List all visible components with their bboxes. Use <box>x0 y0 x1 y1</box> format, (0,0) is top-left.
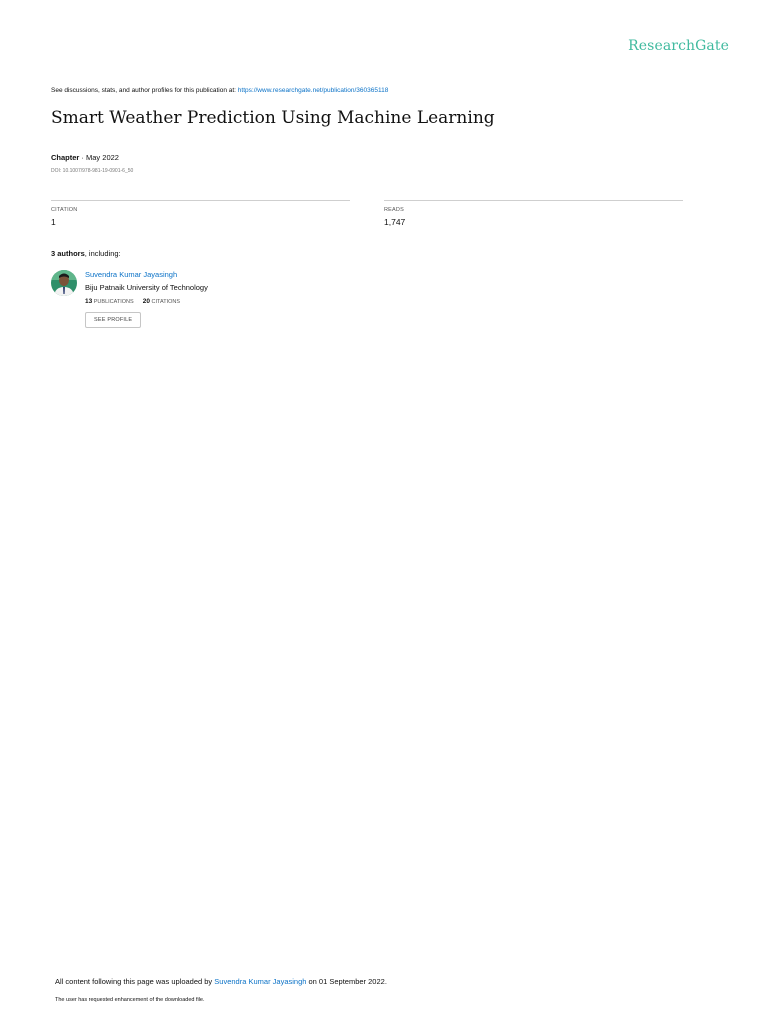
avatar-photo-icon <box>51 270 77 296</box>
researchgate-logo[interactable]: ResearchGate <box>628 38 729 54</box>
publications-label: PUBLICATIONS <box>93 299 134 305</box>
citation-value: 1 <box>51 217 56 227</box>
discussion-text: See discussions, stats, and author profi… <box>51 87 238 94</box>
author-card: Suvendra Kumar Jayasingh Biju Patnaik Un… <box>51 270 351 334</box>
authors-heading: 3 authors, including: <box>51 249 121 258</box>
upload-notice: All content following this page was uplo… <box>55 977 387 986</box>
author-info: Suvendra Kumar Jayasingh Biju Patnaik Un… <box>85 270 208 328</box>
see-profile-button[interactable]: SEE PROFILE <box>85 312 142 328</box>
publication-date: May 2022 <box>86 153 119 162</box>
publication-title: Smart Weather Prediction Using Machine L… <box>51 108 495 128</box>
publication-doi: DOI: 10.1007/978-981-19-0901-6_50 <box>51 168 134 174</box>
publication-kind: Chapter <box>51 153 80 162</box>
authors-count: 3 authors <box>51 249 85 258</box>
upload-prefix: All content following this page was uplo… <box>55 977 215 986</box>
upload-suffix: on 01 September 2022. <box>306 977 387 986</box>
meta-separator: · <box>79 153 87 162</box>
uploader-link[interactable]: Suvendra Kumar Jayasingh <box>214 977 306 986</box>
reads-value: 1,747 <box>384 217 406 227</box>
author-name-link[interactable]: Suvendra Kumar Jayasingh <box>85 270 208 280</box>
discussion-line: See discussions, stats, and author profi… <box>51 87 388 94</box>
citations-count: 20 <box>142 298 150 305</box>
publication-meta: Chapter · May 2022 <box>51 153 119 162</box>
download-note: The user has requested enhancement of th… <box>55 997 205 1003</box>
avatar[interactable] <box>51 270 77 296</box>
citation-label: CITATION <box>51 207 78 213</box>
reads-stat: READS 1,747 <box>384 200 683 227</box>
publication-link[interactable]: https://www.researchgate.net/publication… <box>238 87 389 94</box>
publications-count: 13 <box>85 298 93 305</box>
author-counts: 13 PUBLICATIONS 20 CITATIONS <box>85 298 208 305</box>
citation-stat: CITATION 1 <box>51 200 350 227</box>
authors-suffix: , including: <box>84 249 121 258</box>
author-affiliation: Biju Patnaik University of Technology <box>85 283 208 292</box>
citations-label: CITATIONS <box>151 299 181 305</box>
reads-label: READS <box>384 207 404 213</box>
